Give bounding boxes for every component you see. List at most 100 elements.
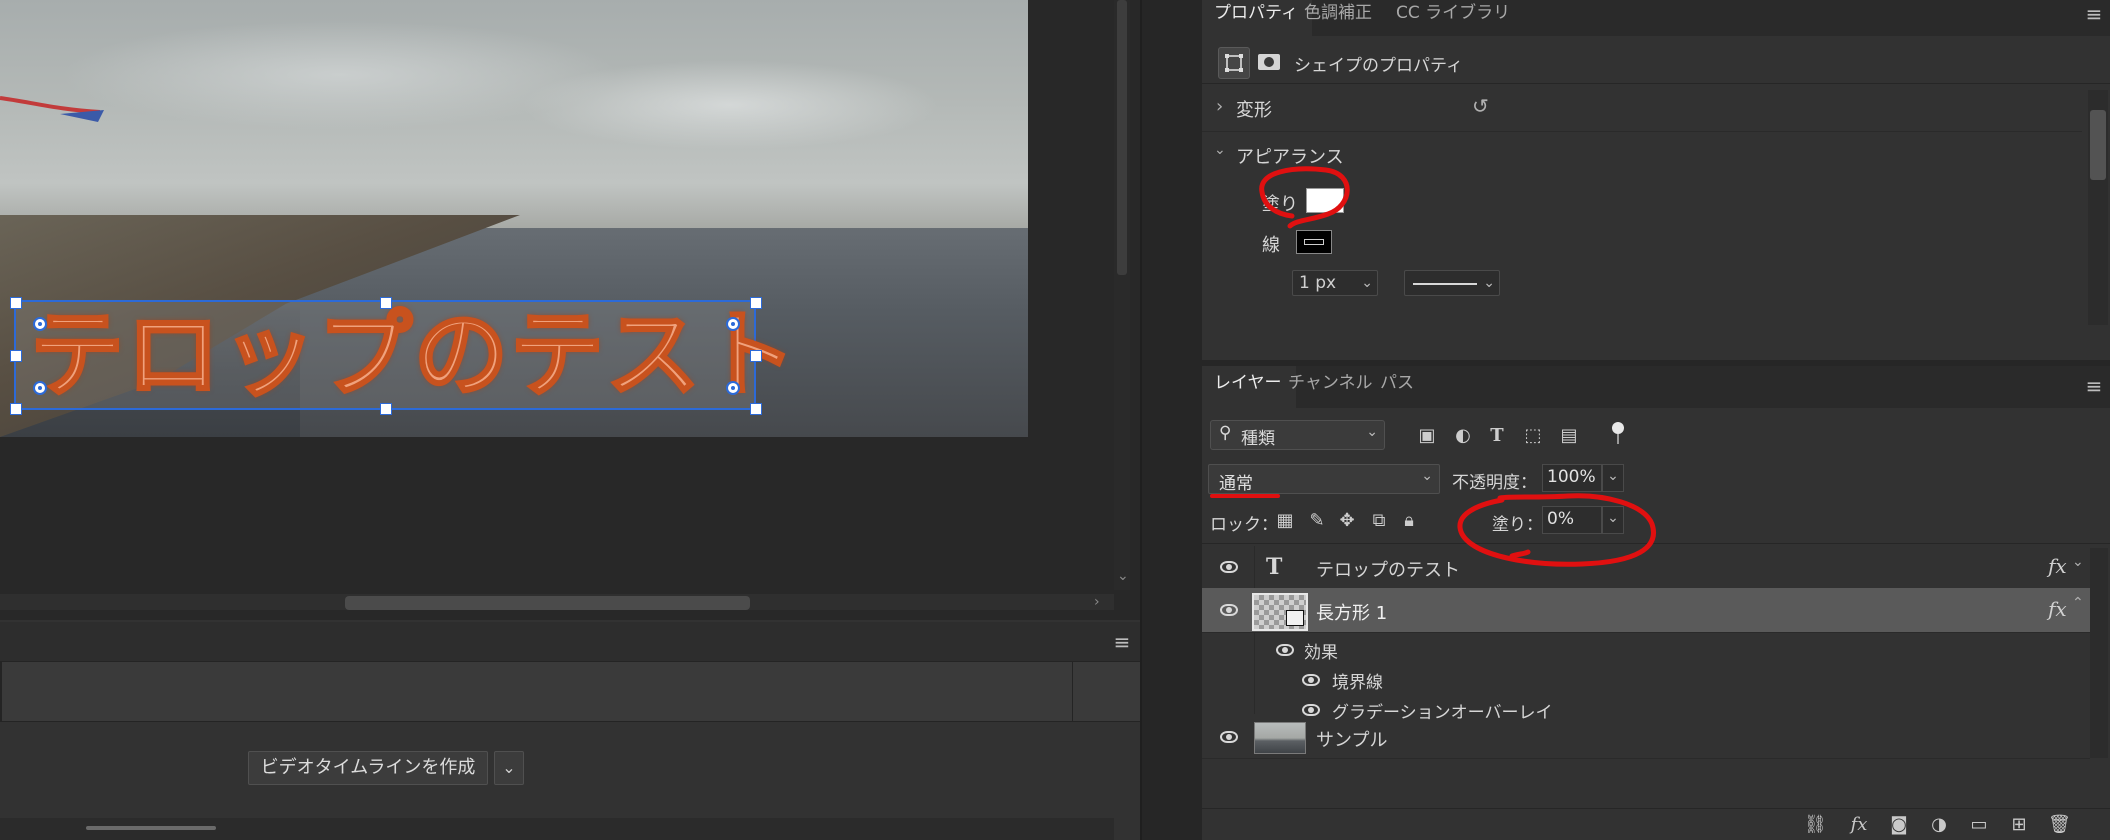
layer-name[interactable]: 長方形 1 (1316, 599, 1387, 625)
filter-smart-object-icon[interactable]: ▤ (1558, 425, 1580, 447)
stroke-color-swatch[interactable] (1296, 230, 1332, 254)
corner-radius-handle[interactable] (33, 317, 47, 331)
new-adjustment-layer-icon[interactable]: ◑ (1928, 814, 1950, 836)
properties-menu-icon[interactable]: ≡ (2084, 2, 2104, 26)
transform-handle[interactable] (10, 350, 22, 362)
transform-handle[interactable] (380, 403, 392, 415)
transform-handle[interactable] (380, 297, 392, 309)
lock-all-icon[interactable]: 🔒︎ (1398, 510, 1420, 532)
fill-opacity-slider-toggle[interactable]: ⌄ (1602, 506, 1624, 534)
opacity-input[interactable]: 100% (1542, 464, 1602, 492)
fill-label: 塗り (1262, 194, 1298, 215)
create-video-timeline-button[interactable]: ビデオタイムラインを作成 (248, 751, 488, 785)
filter-shape-icon[interactable]: ⬚ (1522, 425, 1544, 447)
layer-thumbnail (1254, 722, 1306, 754)
new-layer-icon[interactable]: ⊞ (2008, 814, 2030, 836)
layer-row-text[interactable]: T テロップのテスト fx ⌄ (1202, 546, 2090, 589)
transform-handle[interactable] (10, 403, 22, 415)
stroke-width-dropdown[interactable]: 1 px ⌄ (1292, 270, 1378, 296)
layers-tab-bar: レイヤー チャンネル パス ≡ (1202, 366, 2110, 408)
filter-adjustment-icon[interactable]: ◐ (1452, 425, 1474, 447)
layer-filter-dropdown[interactable]: ⚲ 種類 ⌄ (1210, 420, 1385, 450)
transform-section[interactable]: › 変形 ↺ (1202, 86, 2082, 132)
tab-paths[interactable]: パス (1368, 366, 1442, 408)
visibility-eye-icon[interactable] (1220, 731, 1238, 743)
layer-row-rectangle[interactable]: 長方形 1 fx ⌃ (1202, 588, 2090, 633)
telop-text[interactable]: テロップのテスト (29, 299, 798, 412)
transform-handle[interactable] (750, 297, 762, 309)
fill-opacity-label: 塗り： (1492, 515, 1543, 535)
chevron-down-icon: ⌄ (1483, 275, 1495, 291)
corner-radius-handle[interactable] (33, 381, 47, 395)
layer-fx-icon[interactable]: fx (2048, 554, 2067, 578)
appearance-section-header[interactable]: ⌄ アピアランス (1202, 138, 2082, 172)
scroll-down-arrow-icon[interactable]: ⌄ (1117, 568, 1129, 584)
delete-layer-trash-icon[interactable]: 🗑︎ (2048, 814, 2071, 836)
text-layer-icon: T (1266, 554, 1283, 580)
stroke-effect-eye-icon[interactable] (1302, 674, 1320, 686)
tab-cc-libraries[interactable]: CC ライブラリ (1384, 0, 1538, 36)
effect-stroke-label[interactable]: 境界線 (1332, 668, 1383, 693)
chevron-right-icon[interactable]: › (1216, 96, 1223, 117)
filter-kind-value: 種類 (1241, 429, 1275, 449)
filter-type-icon[interactable]: T (1486, 425, 1508, 447)
panel-divider[interactable] (1140, 0, 1142, 840)
canvas-horizontal-scroll-thumb[interactable] (345, 596, 750, 610)
add-fx-icon[interactable]: fx (1848, 814, 1870, 836)
layer-name[interactable]: サンプル (1316, 726, 1387, 752)
chevron-down-icon[interactable]: ⌄ (2072, 554, 2084, 570)
layer-fx-icon[interactable]: fx (2048, 597, 2067, 621)
effects-label[interactable]: 効果 (1304, 638, 1338, 663)
timeline-menu-icon[interactable]: ≡ (1112, 630, 1132, 654)
shape-path-icon[interactable] (1218, 47, 1250, 79)
lock-transparent-pixels-icon[interactable]: ▦ (1274, 510, 1296, 532)
stroke-style-dropdown[interactable]: ⌄ (1404, 270, 1500, 296)
fill-color-swatch[interactable] (1306, 188, 1344, 213)
visibility-eye-icon[interactable] (1220, 604, 1238, 616)
timeline-zoom-slider[interactable] (86, 826, 216, 830)
transform-handle[interactable] (10, 297, 22, 309)
chevron-down-icon: ⌄ (1421, 468, 1433, 484)
opacity-slider-toggle[interactable]: ⌄ (1602, 464, 1624, 492)
visibility-eye-icon[interactable] (1220, 561, 1238, 573)
chevron-up-icon[interactable]: ⌃ (2072, 595, 2084, 611)
reset-transform-icon[interactable]: ↺ (1472, 94, 1489, 118)
chevron-down-icon[interactable]: ⌄ (1214, 142, 1226, 158)
layer-row-image[interactable]: サンプル (1202, 716, 2090, 759)
lock-image-pixels-icon[interactable]: ✎ (1306, 510, 1328, 532)
link-layers-icon[interactable]: ⛓︎ (1804, 814, 1827, 836)
transform-handle[interactable] (750, 350, 762, 362)
layers-menu-icon[interactable]: ≡ (2084, 374, 2104, 398)
opacity-value: 100% (1547, 467, 1596, 487)
transform-label[interactable]: 変形 (1236, 96, 1272, 122)
gradient-overlay-eye-icon[interactable] (1302, 704, 1320, 716)
filter-toggle-icon[interactable] (1612, 422, 1624, 434)
mask-icon[interactable] (1254, 47, 1284, 77)
lock-position-icon[interactable]: ✥ (1336, 510, 1358, 532)
properties-scroll-thumb[interactable] (2090, 110, 2106, 180)
timeline-mode-dropdown[interactable]: ⌄ (494, 751, 524, 785)
new-group-folder-icon[interactable]: ▭ (1968, 814, 1990, 836)
add-mask-icon[interactable]: ◙ (1888, 814, 1910, 836)
timeline-divider (1072, 662, 1073, 722)
scroll-right-arrow-icon[interactable]: › (1094, 594, 1100, 610)
corner-radius-handle[interactable] (726, 317, 740, 331)
filter-pixel-icon[interactable]: ▣ (1416, 425, 1438, 447)
sky-cloud (520, 60, 940, 150)
timeline-divider (0, 662, 2, 722)
panel-gutter (1140, 0, 1202, 840)
lock-artboard-icon[interactable]: ⧉ (1368, 510, 1390, 532)
layer-name[interactable]: テロップのテスト (1316, 556, 1460, 582)
shape-properties-header: シェイプのプロパティ (1202, 40, 2110, 84)
fill-opacity-input[interactable]: 0% (1542, 506, 1602, 534)
kite-tail (0, 96, 104, 122)
corner-radius-handle[interactable] (726, 381, 740, 395)
blend-mode-value: 通常 (1219, 474, 1253, 494)
effects-visibility-eye-icon[interactable] (1276, 644, 1294, 656)
document-canvas[interactable]: テロップのテスト (0, 0, 1120, 590)
canvas-vertical-scroll-thumb[interactable] (1117, 0, 1127, 275)
timeline-header: ≡ (0, 622, 1140, 662)
blend-mode-dropdown[interactable]: 通常 ⌄ (1208, 464, 1440, 494)
transform-handle[interactable] (750, 403, 762, 415)
layers-scrollbar[interactable] (2090, 548, 2108, 758)
